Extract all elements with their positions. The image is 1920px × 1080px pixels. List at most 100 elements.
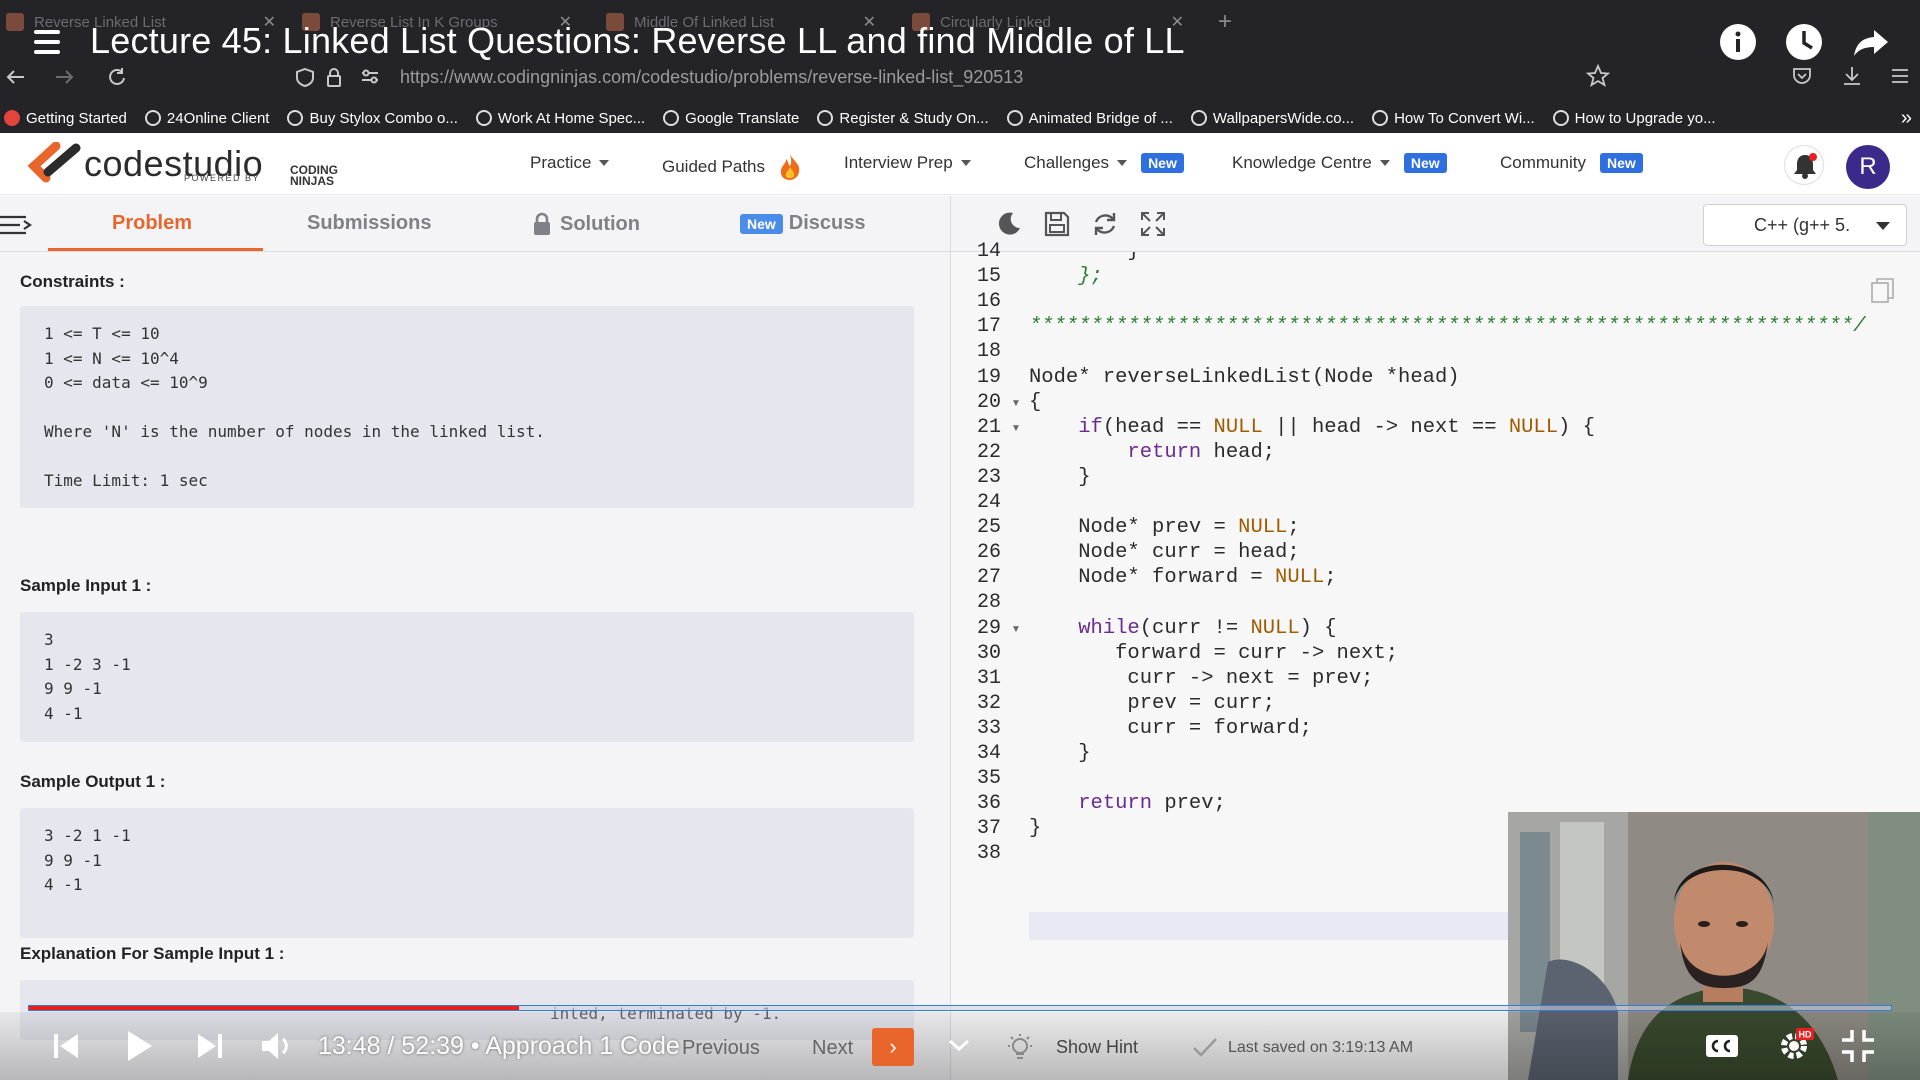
bookmark-item[interactable]: How to Upgrade yo... — [1552, 110, 1716, 127]
checkmark-icon — [1193, 1038, 1217, 1057]
address-bar[interactable]: https://www.codingninjas.com/codestudio/… — [296, 62, 1596, 92]
bookmark-item[interactable]: Register & Study On... — [817, 110, 989, 127]
line-number: 23 — [977, 465, 1002, 489]
tab-problem[interactable]: Problem — [112, 212, 192, 235]
code-line[interactable]: prev = curr; — [1029, 692, 1275, 715]
code-line[interactable]: curr -> next = prev; — [1029, 667, 1373, 690]
nav-community[interactable]: Community New — [1500, 153, 1643, 173]
browser-nav-buttons — [6, 68, 125, 85]
line-number: 18 — [977, 340, 1002, 364]
fold-toggle-icon[interactable]: ▼ — [1011, 423, 1021, 434]
volume-icon[interactable] — [256, 1026, 296, 1066]
video-progress-bar[interactable] — [28, 1005, 1892, 1011]
nav-challenges[interactable]: Challenges New — [1024, 153, 1184, 173]
nav-interview-prep[interactable]: Interview Prep — [844, 153, 971, 173]
nav-guided-paths[interactable]: Guided Paths — [662, 153, 803, 181]
previous-video-icon[interactable] — [46, 1026, 86, 1066]
code-line[interactable]: } — [1029, 742, 1090, 765]
nav-practice[interactable]: Practice — [530, 153, 610, 173]
share-icon[interactable] — [1852, 22, 1892, 62]
next-problem-button[interactable]: › — [872, 1028, 914, 1066]
next-problem-label[interactable]: Next — [812, 1037, 853, 1060]
fold-toggle-icon[interactable]: ▼ — [1011, 398, 1021, 409]
fold-toggle-icon[interactable]: ▼ — [1011, 624, 1021, 635]
code-line[interactable]: Node* forward = NULL; — [1029, 566, 1336, 589]
code-line[interactable]: ****************************************… — [1029, 315, 1866, 338]
line-number: 31 — [977, 666, 1002, 690]
captions-icon[interactable] — [1702, 1026, 1742, 1066]
code-line[interactable]: while(curr != NULL) { — [1029, 617, 1336, 640]
code-line[interactable]: Node* prev = NULL; — [1029, 516, 1299, 539]
show-hint-button[interactable]: Show Hint — [1056, 1037, 1138, 1058]
language-select[interactable]: C++ (g++ 5. — [1703, 204, 1907, 246]
avatar[interactable]: R — [1846, 145, 1890, 189]
bookmark-star-icon[interactable] — [1586, 64, 1610, 88]
editor-toolbar: C++ (g++ 5. — [951, 196, 1920, 252]
reset-code-icon[interactable] — [1091, 210, 1119, 238]
new-badge: New — [1403, 153, 1447, 173]
code-line[interactable]: Node* reverseLinkedList(Node *head) — [1029, 366, 1460, 389]
dark-mode-icon[interactable] — [995, 210, 1023, 238]
bookmark-item[interactable]: Google Translate — [663, 110, 799, 127]
code-line[interactable]: }; — [1029, 265, 1103, 288]
code-line[interactable]: } — [1029, 817, 1041, 840]
notifications-button[interactable] — [1784, 145, 1824, 185]
code-line[interactable]: curr = forward; — [1029, 717, 1312, 740]
code-line[interactable]: { — [1029, 391, 1041, 414]
code-line[interactable]: } — [1029, 466, 1090, 489]
constraints-heading: Constraints : — [20, 272, 125, 291]
new-tab-icon[interactable]: + — [1218, 0, 1248, 44]
info-icon[interactable] — [1718, 22, 1758, 62]
download-icon[interactable] — [1840, 64, 1864, 88]
globe-icon — [144, 110, 161, 126]
fullscreen-icon[interactable] — [1139, 210, 1167, 238]
settings-gear-icon[interactable]: HD — [1774, 1026, 1814, 1066]
watch-later-icon[interactable] — [1784, 22, 1824, 62]
tab-discuss[interactable]: New Discuss — [740, 212, 866, 235]
browser-chrome: Reverse Linked List ✕ Reverse List In K … — [0, 0, 1920, 133]
save-icon[interactable] — [1043, 210, 1071, 238]
bookmark-item[interactable]: Getting Started — [4, 110, 127, 127]
line-number: 15 — [977, 265, 1002, 289]
line-number: 14 — [977, 240, 1002, 263]
line-number: 35 — [977, 767, 1002, 791]
next-video-icon[interactable] — [190, 1026, 230, 1066]
bookmark-item[interactable]: WallpapersWide.co... — [1190, 110, 1354, 127]
nav-knowledge-centre[interactable]: Knowledge Centre New — [1232, 153, 1447, 173]
code-line[interactable]: return prev; — [1029, 792, 1226, 815]
line-number: 17 — [977, 315, 1002, 339]
play-icon[interactable] — [118, 1026, 158, 1066]
bookmark-item[interactable]: Animated Bridge of ... — [1006, 110, 1173, 127]
collapse-panel-icon[interactable] — [0, 214, 34, 236]
last-saved-status: Last saved on 3:19:13 AM — [1228, 1039, 1414, 1056]
tab-submissions[interactable]: Submissions — [307, 212, 431, 235]
sample-output-heading: Sample Output 1 : — [20, 772, 166, 791]
code-line[interactable]: Node* curr = head; — [1029, 541, 1299, 564]
code-line[interactable]: forward = curr -> next; — [1029, 642, 1398, 665]
code-line[interactable]: if(head == NULL || head -> next == NULL)… — [1029, 416, 1595, 439]
bookmark-item[interactable]: Buy Stylox Combo o... — [287, 110, 458, 127]
bookmark-item[interactable]: How To Convert Wi... — [1372, 110, 1535, 127]
shield-icon — [296, 67, 341, 88]
code-line[interactable]: } — [1029, 252, 1139, 263]
line-number: 32 — [977, 691, 1002, 715]
chevron-down-icon[interactable] — [944, 1036, 974, 1056]
browser-menu-icon[interactable] — [1888, 64, 1912, 88]
pocket-icon[interactable] — [1790, 64, 1814, 88]
menu-icon[interactable] — [34, 30, 60, 60]
line-number-gutter: 14 15 16 17 18 19 20 ▼ 21 ▼ 22 23 24 25 26 27 28 29 ▼ 30 31 3… — [951, 240, 1021, 1080]
permissions-icon — [362, 69, 378, 84]
exit-fullscreen-icon[interactable] — [1838, 1026, 1878, 1066]
tab-solution[interactable]: Solution — [532, 212, 640, 236]
fire-icon — [780, 154, 800, 180]
bookmark-item[interactable]: 24Online Client — [144, 110, 269, 127]
copy-icon[interactable] — [1871, 278, 1895, 304]
code-line[interactable]: return head; — [1029, 441, 1275, 464]
line-number: 24 — [977, 491, 1002, 514]
more-bookmarks-icon[interactable]: » — [1901, 107, 1912, 130]
previous-problem-button[interactable]: Previous — [682, 1037, 760, 1060]
new-badge: New — [740, 213, 783, 234]
bookmark-item[interactable]: Work At Home Spec... — [475, 110, 645, 127]
globe-icon — [817, 110, 834, 126]
firefox-icon — [4, 110, 20, 126]
